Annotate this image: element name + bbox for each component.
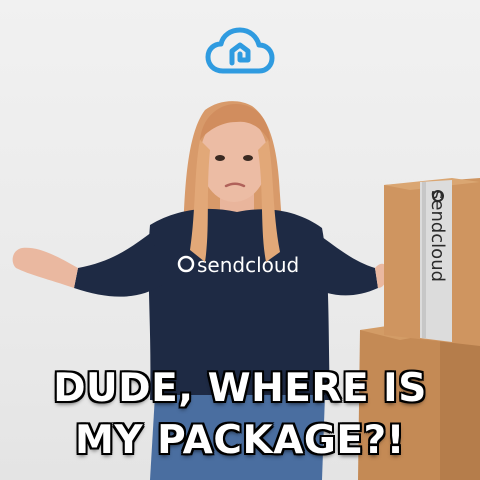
meme-caption: DUDE, WHERE IS MY PACKAGE?!	[0, 363, 480, 467]
svg-text:sendcloud: sendcloud	[427, 190, 448, 282]
caption-line-1: DUDE, WHERE IS	[53, 366, 427, 411]
caption-line-2: MY PACKAGE?!	[75, 418, 405, 463]
meme-scene: sendcloud sendcloud DUDE, WHERE IS MY PA…	[0, 0, 480, 480]
